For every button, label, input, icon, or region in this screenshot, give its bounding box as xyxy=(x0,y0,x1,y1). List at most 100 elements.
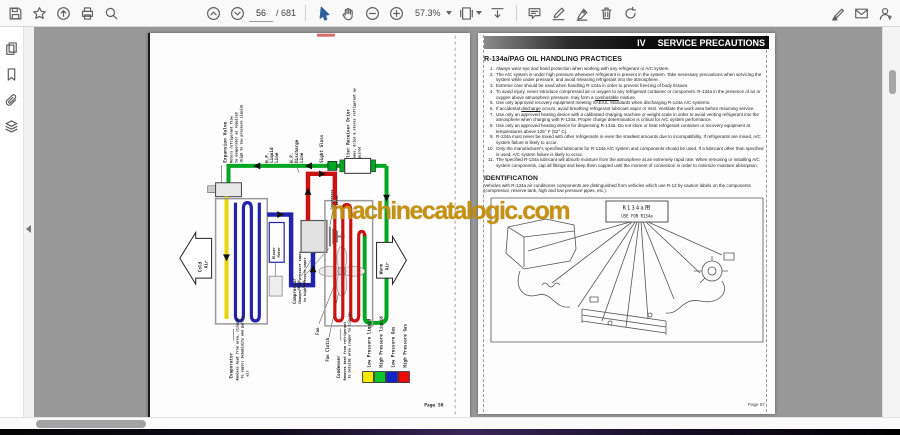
share-button[interactable] xyxy=(51,2,75,24)
practice-item: The A/C system is under high pressure wh… xyxy=(495,72,765,83)
save-button[interactable] xyxy=(3,2,27,24)
page-number-input[interactable] xyxy=(249,4,273,22)
evaporator-desc: Removes heat from area, (liquid xyxy=(235,318,239,381)
id-label-line1: R134a用 xyxy=(622,205,651,212)
sidebar-item-page-thumbnails[interactable] xyxy=(1,35,23,61)
hand-tool-button[interactable] xyxy=(336,2,360,24)
delete-button[interactable] xyxy=(595,2,619,24)
id-label-line2: USE FOR R134a xyxy=(621,214,653,219)
blower-motor-label: Blower xyxy=(272,247,276,259)
fill-sign-icon xyxy=(831,8,844,21)
trash-icon xyxy=(601,7,612,19)
expansion-valve-desc: Meters refrigerant flow xyxy=(229,115,233,162)
evaporator-desc: air xyxy=(245,370,249,376)
document-area: Expansion Valve Meters refrigerant flow … xyxy=(34,27,882,417)
section-title: R-134a/PAG OIL HANDLING PRACTICES xyxy=(484,54,622,63)
account-icon xyxy=(879,7,892,20)
pdf-reader-window: / 681 57.3% xyxy=(0,0,900,435)
layers-icon xyxy=(5,119,18,133)
legend-swatch xyxy=(362,371,374,383)
practice-item: Only the manufacturer's specified lubric… xyxy=(495,146,765,157)
star-button[interactable] xyxy=(27,2,51,24)
practices-list: Always wear eye and hand protection when… xyxy=(484,66,765,169)
rotate-icon xyxy=(625,6,636,19)
hp-liquid-line-label: Line xyxy=(274,152,280,163)
blower-motor-label: Motor xyxy=(277,247,281,257)
page-display-icon xyxy=(460,6,473,20)
search-button[interactable] xyxy=(99,2,123,24)
page-down-icon xyxy=(230,6,244,20)
warm-air-label: Air xyxy=(385,262,391,270)
practice-item: Use only an approved heating device with… xyxy=(495,112,765,123)
select-tool-button[interactable] xyxy=(312,2,336,24)
email-button[interactable] xyxy=(849,2,873,24)
window-bottom-edge xyxy=(0,429,900,435)
bookmarks-icon xyxy=(7,67,16,81)
account-button[interactable] xyxy=(873,2,897,24)
share-icon xyxy=(56,6,70,20)
pencil-icon xyxy=(552,7,565,20)
right-page: IV SERVICE PRECAUTIONS R-134a/PAG OIL HA… xyxy=(478,33,775,414)
sign-button[interactable] xyxy=(571,2,595,24)
legend-swatch xyxy=(398,371,410,383)
zoom-in-icon xyxy=(389,6,403,20)
email-icon xyxy=(854,8,868,18)
condenser-desc: to outside area (vapor to liquid) xyxy=(348,312,352,379)
practice-item: To avoid injury, never introduce compres… xyxy=(495,89,765,100)
compressor-clutch-label: Clutch xyxy=(335,195,339,207)
chapter-header-bar: IV SERVICE PRECAUTIONS xyxy=(484,36,769,49)
sign-icon xyxy=(576,8,588,21)
sidebar-item-layers[interactable] xyxy=(1,113,23,139)
zoom-in-button[interactable] xyxy=(384,2,408,24)
sidebar-item-bookmarks[interactable] xyxy=(1,61,23,87)
toolbar-divider xyxy=(305,5,307,21)
print-button[interactable] xyxy=(75,2,99,24)
comment-button[interactable] xyxy=(523,2,547,24)
zoom-level-control[interactable]: 57.3% xyxy=(412,8,452,18)
vertical-scrollbar[interactable] xyxy=(882,27,900,417)
practice-item: If accidental discharge occurs, avoid br… xyxy=(495,106,765,112)
fit-width-button[interactable] xyxy=(486,2,510,24)
page-display-button[interactable] xyxy=(456,2,486,24)
comment-icon xyxy=(528,7,541,19)
previous-page-button[interactable] xyxy=(201,2,225,24)
pencil-button[interactable] xyxy=(547,2,571,24)
evaporator-desc: to vapor) Dehumidify and purify xyxy=(240,316,244,379)
identification-paragraph: Vehicles with R-134a air conditioner com… xyxy=(484,182,751,194)
zoom-out-button[interactable] xyxy=(360,2,384,24)
next-page-button[interactable] xyxy=(225,2,249,24)
fan-clutch-label: Fan Clutch xyxy=(325,337,330,362)
collapse-panel-icon[interactable] xyxy=(26,225,31,233)
condenser-label: Condenser xyxy=(336,355,342,379)
vertical-scrollbar-thumb[interactable] xyxy=(889,70,896,94)
hp-discharge-line-label: Line xyxy=(299,152,305,163)
star-icon xyxy=(32,6,46,19)
sidebar-panel xyxy=(0,27,24,417)
horizontal-scrollbar-thumb[interactable] xyxy=(36,420,146,428)
practice-item: The specified R-134a lubricant will abso… xyxy=(495,157,765,168)
legend-label: Low Pressure Gas xyxy=(390,326,396,368)
horizontal-scrollbar[interactable] xyxy=(0,417,900,429)
compressor-clutch-label: Compressor xyxy=(330,189,334,209)
print-icon xyxy=(81,6,93,20)
page-up-icon xyxy=(206,6,220,20)
search-icon xyxy=(105,7,117,19)
warm-air-label: Warm xyxy=(379,263,385,274)
sidebar-item-attachments[interactable] xyxy=(1,87,23,113)
filter-receiver-drier-label: Filter Receiver Drier xyxy=(346,109,352,163)
shaft-label: Shaft xyxy=(297,280,301,290)
fill-sign-button[interactable] xyxy=(825,2,849,24)
legend-swatch xyxy=(386,371,398,383)
expansion-valve-label: Expansion Valve xyxy=(223,121,229,162)
rotate-button[interactable] xyxy=(619,2,643,24)
legend-label: High Pressure Gas xyxy=(402,324,408,368)
pdf-toolbar: / 681 57.3% xyxy=(0,0,900,27)
left-page: Expansion Valve Meters refrigerant flow … xyxy=(148,33,470,417)
cold-air-label: Cold xyxy=(198,262,204,273)
sight-glass-label: Sight Glass xyxy=(319,134,325,163)
attachments-icon xyxy=(5,93,17,106)
cold-air-label: Air xyxy=(204,260,210,268)
compressor-desc: Changes low pressure vapor xyxy=(298,251,302,304)
fan-label: Fan xyxy=(315,327,320,335)
legend-swatch xyxy=(374,371,386,383)
